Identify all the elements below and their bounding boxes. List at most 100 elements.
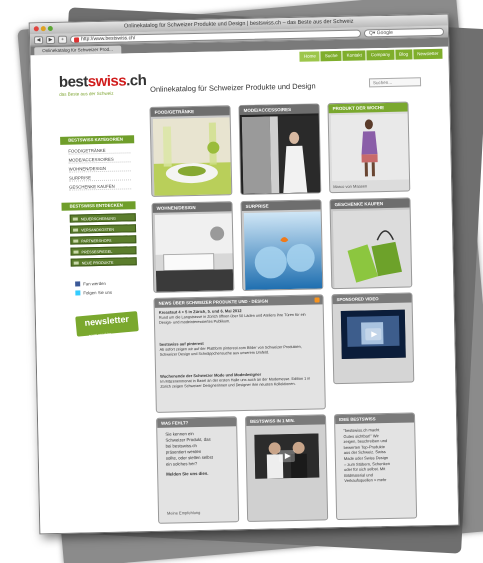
site-search-input[interactable]: Suchen... bbox=[368, 77, 422, 88]
wohnen-image bbox=[154, 213, 234, 292]
tile-wohnen[interactable]: WOHNEN/DESIGN bbox=[151, 201, 235, 293]
news-item-2[interactable]: bestswiss auf pinterest Ab sofort zeigen … bbox=[159, 339, 319, 357]
play-icon[interactable] bbox=[278, 449, 295, 463]
newsletter-button[interactable]: newsletter ● jetzt anmelden bbox=[75, 311, 139, 338]
discover-icon bbox=[72, 217, 78, 221]
news-item-body: Im Mäzenenmonat in Basel an der ersten H… bbox=[160, 376, 311, 389]
discover-label: PARTNERSHOPS bbox=[81, 238, 112, 244]
twitter-label: Folgen Sie uns bbox=[83, 289, 113, 296]
idee-title: IDEE BESTSWISS bbox=[334, 413, 415, 425]
tile-produkt-der-woche[interactable]: PRODUKT DER WOCHE Marco von Maasen bbox=[327, 101, 411, 194]
sponsored-video-box: SPONSORED VIDEO bbox=[331, 292, 415, 385]
forward-button[interactable]: ▶ bbox=[45, 35, 56, 44]
facebook-link[interactable]: Fan werden bbox=[75, 280, 106, 288]
close-window-button[interactable] bbox=[33, 26, 39, 32]
nav-suche[interactable]: Suche bbox=[320, 50, 342, 62]
bestswiss-minute-box: BESTSWISS IN 1 MIN. bbox=[244, 414, 329, 522]
tile-title: WOHNEN/DESIGN bbox=[152, 202, 232, 213]
mode-image bbox=[241, 115, 321, 194]
news-item-3[interactable]: Wochenende der Schweizer Mode und Modede… bbox=[160, 371, 320, 389]
browser-window: Onlinekatalog für Schweizer Produkte und… bbox=[28, 13, 460, 535]
twitter-icon bbox=[75, 290, 81, 296]
surprise-image bbox=[243, 211, 323, 290]
tile-title: GESCHENKE KAUFEN bbox=[330, 198, 410, 210]
news-title: NEWS ÜBER SCHWEIZER PRODUKTE UND - DESIG… bbox=[154, 295, 323, 308]
logo-text-ch: .ch bbox=[125, 72, 147, 90]
discover-heading: BESTSWISS ENTDECKEN bbox=[61, 201, 136, 211]
news-item-body: Ab sofort zeigen wir auf der Plattform p… bbox=[159, 344, 302, 357]
category-wohnen[interactable]: WOHNEN/DESIGN bbox=[68, 164, 131, 173]
news-item-1[interactable]: Kreastaut 4 + 5 in Zürich, 5. und 6. Mai… bbox=[159, 307, 319, 325]
category-surprise[interactable]: SURPRISE bbox=[68, 173, 132, 182]
window-controls bbox=[33, 25, 53, 32]
geschenke-image bbox=[332, 209, 412, 289]
minimize-window-button[interactable] bbox=[40, 26, 46, 32]
food-image bbox=[152, 117, 232, 196]
product-image bbox=[330, 113, 410, 182]
twitter-link[interactable]: Folgen Sie uns bbox=[75, 289, 112, 297]
empfehlung-link[interactable]: Meine Empfehlung bbox=[167, 510, 200, 516]
add-bookmark-button[interactable]: + bbox=[57, 35, 68, 44]
was-fehlt-box: WAS FEHLT? Sie kennen ein Schweizer Prod… bbox=[155, 416, 240, 524]
food-illustration bbox=[152, 117, 232, 196]
newsletter-sublabel: ● jetzt anmelden bbox=[88, 331, 112, 338]
nav-blog[interactable]: Blog bbox=[395, 49, 413, 60]
discover-label: VERSANDKOSTEN bbox=[81, 227, 115, 233]
discover-label: PRESSESPIEGEL bbox=[81, 249, 113, 255]
discover-icon bbox=[73, 239, 79, 243]
logo-text-best: best bbox=[58, 73, 88, 91]
tile-food[interactable]: FOOD/GETRÄNKE bbox=[149, 105, 233, 197]
browser-search-field[interactable]: Q▾ Google bbox=[363, 27, 445, 37]
discover-button-3[interactable]: PARTNERSHOPS bbox=[70, 235, 137, 245]
back-button[interactable]: ◀ bbox=[33, 35, 44, 44]
was-fehlt-cta: Melden Sie uns dies. bbox=[166, 470, 209, 477]
web-page: Home Suche Kontakt Company Blog Newslett… bbox=[30, 46, 459, 534]
discover-button-1[interactable]: NEUERSCHEINUNG bbox=[69, 213, 136, 223]
tile-title: MODE/ACCESSOIRES bbox=[239, 104, 319, 116]
discover-icon bbox=[73, 228, 79, 232]
rss-icon[interactable] bbox=[314, 297, 320, 303]
discover-button-5[interactable]: NEUE PRODUKTE bbox=[70, 257, 137, 267]
nav-home[interactable]: Home bbox=[299, 51, 320, 62]
discover-label: NEUERSCHEINUNG bbox=[80, 216, 116, 222]
newsletter-label: newsletter bbox=[84, 313, 130, 328]
site-logo[interactable]: bestswiss.ch bbox=[59, 72, 147, 91]
discover-label: NEUE PRODUKTE bbox=[81, 260, 114, 266]
address-bar-url: http://www.bestswiss.ch/ bbox=[80, 34, 136, 42]
tile-title: PRODUKT DER WOCHE bbox=[328, 102, 408, 114]
screenshot-stage: Onlinekatalog für Schweizer Produkte und… bbox=[0, 0, 483, 563]
category-food[interactable]: FOOD/GETRÄNKE bbox=[68, 146, 131, 155]
facebook-label: Fan werden bbox=[83, 280, 106, 287]
categories-heading: BESTSWISS KATEGORIEN bbox=[60, 135, 135, 145]
play-icon[interactable] bbox=[365, 328, 382, 341]
nav-kontakt[interactable]: Kontakt bbox=[342, 50, 367, 61]
tile-surprise[interactable]: SURPRISE bbox=[240, 199, 324, 292]
zoom-window-button[interactable] bbox=[47, 25, 53, 32]
discover-button-2[interactable]: VERSANDKOSTEN bbox=[69, 224, 137, 234]
discover-button-4[interactable]: PRESSESPIEGEL bbox=[70, 246, 137, 256]
nav-newsletter[interactable]: Newsletter bbox=[413, 48, 443, 60]
tile-mode[interactable]: MODE/ACCESSOIRES bbox=[238, 103, 322, 196]
window-title: Onlinekatalog für Schweizer Produkte und… bbox=[123, 18, 354, 30]
tile-geschenke[interactable]: GESCHENKE KAUFEN bbox=[329, 197, 413, 290]
logo-text-swiss: swiss bbox=[87, 72, 127, 91]
category-geschenke[interactable]: GESCHENKE KAUFEN bbox=[69, 182, 132, 191]
product-illustration bbox=[330, 113, 410, 182]
sponsored-video-title: SPONSORED VIDEO bbox=[332, 293, 412, 305]
discover-icon bbox=[73, 261, 79, 265]
nav-company[interactable]: Company bbox=[366, 49, 395, 61]
news-box: NEWS ÜBER SCHWEIZER PRODUKTE UND - DESIG… bbox=[153, 294, 326, 413]
wohnen-illustration bbox=[154, 213, 234, 292]
bestswiss-minute-title: BESTSWISS IN 1 MIN. bbox=[245, 415, 326, 426]
category-mode[interactable]: MODE/ACCESSOIRES bbox=[68, 155, 131, 164]
sponsored-video-player[interactable] bbox=[340, 309, 406, 359]
news-item-body: Rund um die Langstrasse in Zürich öffnen… bbox=[158, 312, 306, 325]
minute-video-player[interactable] bbox=[254, 433, 320, 479]
page-headline: Onlinekatalog für Schweizer Produkte und… bbox=[150, 81, 316, 94]
was-fehlt-text: Sie kennen ein Schweizer Produkt, das be… bbox=[165, 431, 213, 478]
favicon-icon bbox=[73, 36, 80, 43]
site-tagline: das Beste aus der Schweiz bbox=[59, 90, 114, 97]
discover-icon bbox=[73, 250, 79, 254]
product-caption: Marco von Maasen bbox=[333, 183, 368, 190]
idee-box: IDEE BESTSWISS "bestswiss.ch macht Gutes… bbox=[333, 412, 418, 521]
